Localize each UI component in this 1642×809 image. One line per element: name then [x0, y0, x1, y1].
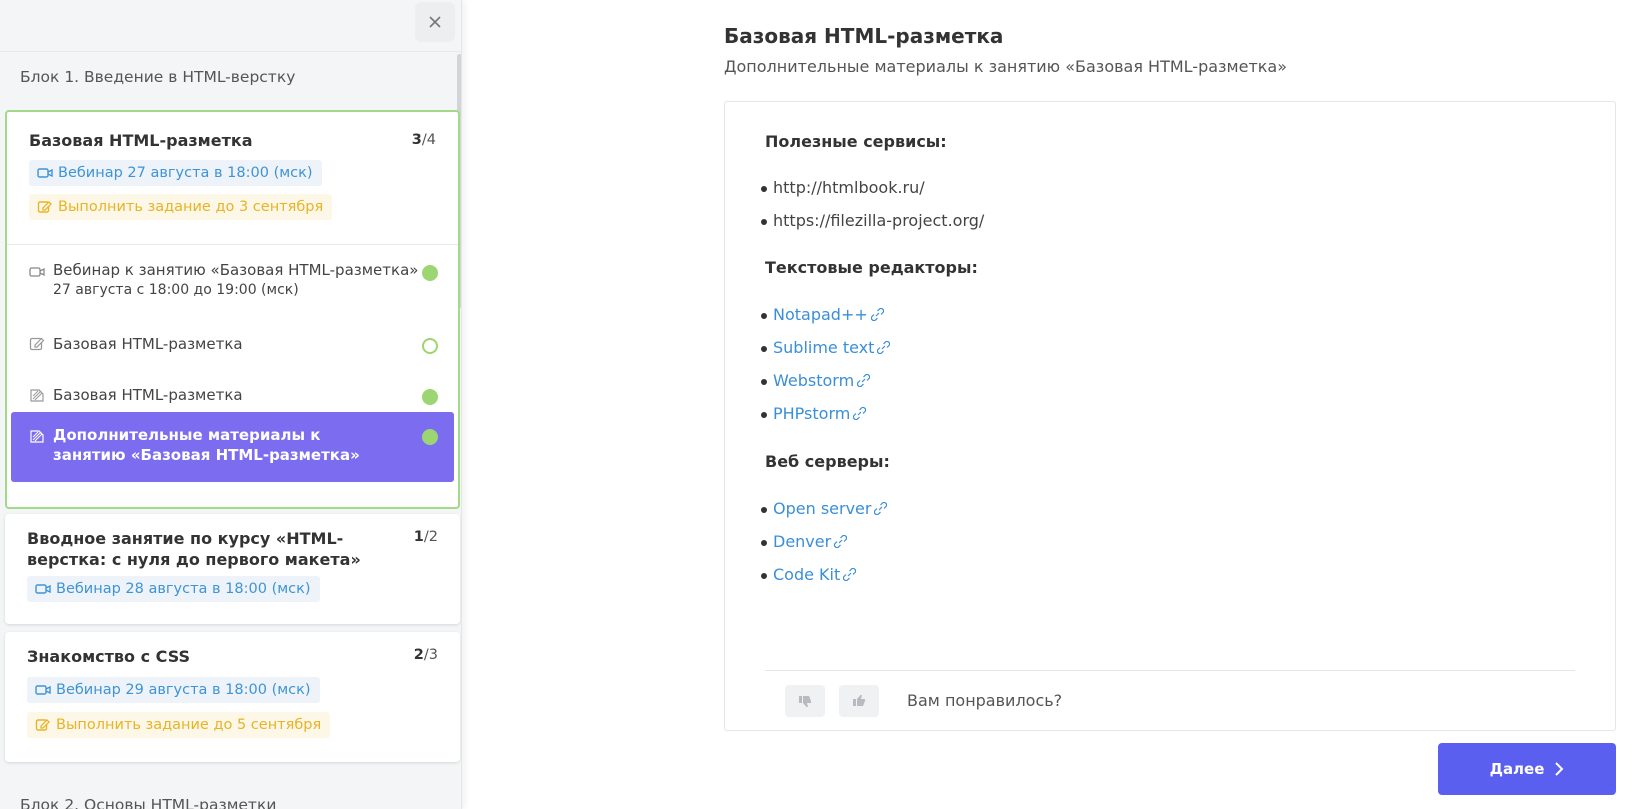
lesson-card[interactable]: Вводное занятие по курсу «HTML-верстка: … [5, 514, 460, 624]
lesson-item-additional-materials[interactable]: Дополнительные материалы к занятию «Базо… [11, 412, 454, 482]
link-icon [857, 374, 871, 387]
lesson-sidebar: Блок 1. Введение в HTML-верстку Базовая … [0, 0, 462, 809]
lesson-title[interactable]: Базовая HTML-разметка [29, 130, 253, 151]
page-title: Базовая HTML-разметка [724, 24, 1004, 48]
webinar-badge[interactable]: Вебинар 28 августа в 18:00 (мск) [27, 576, 320, 602]
link-icon [843, 568, 857, 581]
list-item-text: https://filezilla-project.org/ [773, 211, 985, 230]
video-icon [35, 582, 51, 596]
lesson-title: Знакомство с CSS [27, 647, 191, 666]
lesson-title: Вводное занятие по курсу «HTML-верстка: … [27, 529, 361, 569]
list-item: http://htmlbook.ru/ [761, 178, 925, 197]
lesson-item-subtitle: 27 августа с 18:00 до 19:00 (мск) [53, 282, 299, 298]
webinar-badge-text: Вебинар 27 августа в 18:00 (мск) [58, 165, 313, 181]
lesson-card[interactable]: Знакомство с CSS 2/3 Вебинар 29 августа … [5, 632, 460, 762]
lesson-item-title: Базовая HTML-разметка [53, 386, 243, 404]
editor-link[interactable]: Sublime text [773, 338, 874, 357]
edit-icon [29, 336, 45, 352]
editor-link[interactable]: PHPstorm [773, 404, 850, 423]
webinar-badge-text: Вебинар 28 августа в 18:00 (мск) [56, 581, 311, 597]
status-done-icon [422, 389, 438, 405]
material-icon [29, 428, 45, 444]
lesson-item-title: Дополнительные материалы к занятию «Базо… [53, 426, 360, 464]
video-icon [35, 683, 51, 697]
link-icon [874, 502, 888, 515]
editor-link[interactable]: Notapad++ [773, 305, 868, 324]
video-icon [29, 264, 45, 280]
lesson-item-material[interactable]: Базовая HTML-разметка [7, 385, 458, 409]
list-item-text: http://htmlbook.ru/ [773, 178, 925, 197]
task-badge-text: Выполнить задание до 5 сентября [56, 717, 322, 733]
list-item: Webstorm [760, 371, 871, 390]
close-icon [429, 16, 441, 28]
feedback-question: Вам понравилось? [907, 691, 1063, 710]
block-title[interactable]: Блок 2. Основы HTML-разметки [20, 796, 276, 809]
link-icon [870, 308, 884, 321]
materials-content: Полезные сервисы: http://htmlbook.ru/ ht… [724, 101, 1616, 731]
next-button-label: Далее [1489, 760, 1545, 778]
webinar-badge[interactable]: Вебинар 29 августа в 18:00 (мск) [27, 677, 320, 703]
server-link[interactable]: Denver [773, 532, 831, 551]
lesson-progress: 1/2 [413, 529, 438, 545]
list-item: Open server [760, 499, 888, 518]
webinar-badge[interactable]: Вебинар 27 августа в 18:00 (мск) [29, 160, 322, 186]
video-icon [37, 166, 53, 180]
chevron-right-icon [1555, 762, 1564, 776]
section-heading: Веб серверы: [765, 452, 890, 471]
link-icon [877, 341, 891, 354]
editor-link[interactable]: Webstorm [773, 371, 854, 390]
close-sidebar-button[interactable] [415, 2, 455, 42]
link-icon [853, 407, 867, 420]
divider [7, 244, 458, 245]
list-item: Notapad++ [761, 305, 884, 324]
link-icon [834, 535, 848, 548]
lesson-progress: 3/4 [411, 132, 436, 148]
material-icon [29, 387, 45, 403]
task-deadline-badge[interactable]: Выполнить задание до 3 сентября [29, 194, 333, 220]
section-heading: Полезные сервисы: [765, 132, 947, 151]
list-item: Code Kit [760, 565, 857, 584]
webinar-badge-text: Вебинар 29 августа в 18:00 (мск) [56, 682, 311, 698]
like-button[interactable] [839, 685, 879, 717]
block-title: Блок 1. Введение в HTML-верстку [20, 68, 296, 86]
status-pending-icon [422, 338, 438, 354]
task-deadline-badge[interactable]: Выполнить задание до 5 сентября [27, 712, 331, 738]
list-item: PHPstorm [760, 404, 867, 423]
server-link[interactable]: Open server [773, 499, 871, 518]
status-done-icon [422, 429, 438, 445]
task-badge-text: Выполнить задание до 3 сентября [58, 199, 324, 215]
status-done-icon [422, 265, 438, 281]
lesson-item-webinar[interactable]: Вебинар к занятию «Базовая HTML-разметка… [7, 260, 458, 304]
list-item: Denver [760, 532, 848, 551]
lesson-progress: 2/3 [413, 647, 438, 663]
lesson-card-active: Базовая HTML-разметка 3/4 Вебинар 27 авг… [5, 110, 460, 509]
thumbs-up-icon [853, 695, 865, 706]
dislike-button[interactable] [785, 685, 825, 717]
lesson-item-title: Базовая HTML-разметка [53, 335, 243, 353]
edit-icon [35, 718, 51, 732]
edit-icon [37, 200, 53, 214]
lesson-item-title: Вебинар к занятию «Базовая HTML-разметка… [53, 261, 419, 279]
lesson-item-text: Вебинар к занятию «Базовая HTML-разметка… [53, 260, 418, 300]
list-item: Sublime text [760, 338, 891, 357]
server-link[interactable]: Code Kit [773, 565, 840, 584]
sidebar-header [0, 0, 461, 52]
thumbs-down-icon [799, 696, 811, 707]
page-subtitle: Дополнительные материалы к занятию «Базо… [724, 57, 1288, 76]
section-heading: Текстовые редакторы: [765, 258, 978, 277]
divider [765, 670, 1575, 671]
next-button[interactable]: Далее [1438, 743, 1616, 795]
list-item: https://filezilla-project.org/ [760, 211, 985, 230]
lesson-item-homework[interactable]: Базовая HTML-разметка [7, 334, 458, 358]
